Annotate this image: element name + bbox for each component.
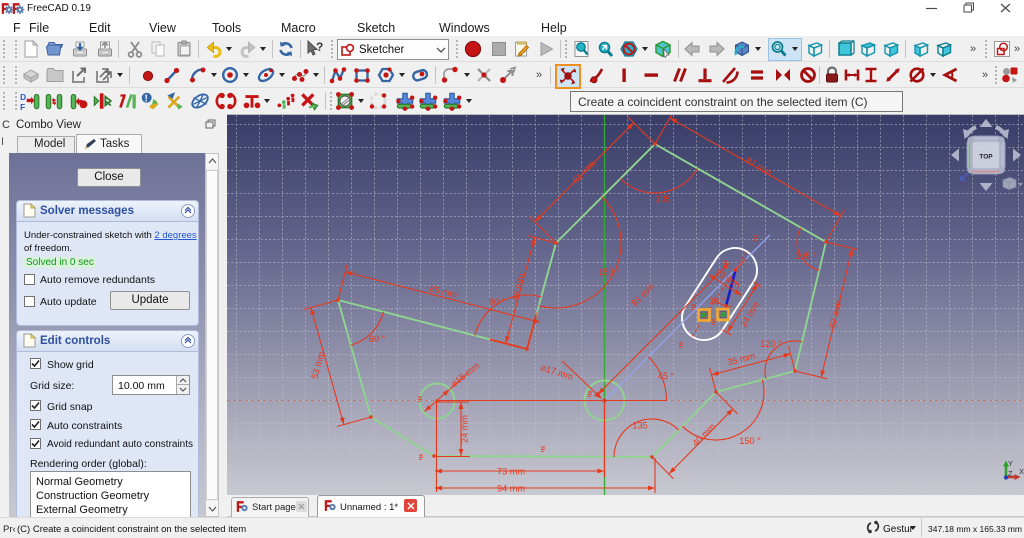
svg-text:150 °: 150 ° xyxy=(598,267,620,277)
svg-text:60 °: 60 ° xyxy=(369,334,386,344)
svg-text:D: D xyxy=(20,93,26,102)
svg-text:30 °: 30 ° xyxy=(709,296,726,306)
svg-text:Z: Z xyxy=(1008,469,1013,478)
svg-text:94 mm: 94 mm xyxy=(497,484,525,494)
svg-text:150 °: 150 ° xyxy=(739,436,761,446)
svg-text:Y: Y xyxy=(1008,459,1013,468)
svg-text:45 °: 45 ° xyxy=(658,371,675,381)
svg-text:!: ! xyxy=(145,94,148,105)
svg-text:105: 105 xyxy=(655,194,670,204)
svg-text:TOP: TOP xyxy=(979,154,993,161)
svg-text:F: F xyxy=(20,103,25,112)
svg-text:?: ? xyxy=(316,40,323,54)
svg-text:73 mm: 73 mm xyxy=(497,467,525,477)
svg-text:135: 135 xyxy=(632,421,647,431)
svg-text:90 °: 90 ° xyxy=(489,297,506,307)
svg-text:105 °: 105 ° xyxy=(795,251,817,261)
svg-text:120 °: 120 ° xyxy=(760,339,782,349)
svg-text:X: X xyxy=(1019,467,1024,476)
svg-text:24 mm: 24 mm xyxy=(460,415,470,443)
